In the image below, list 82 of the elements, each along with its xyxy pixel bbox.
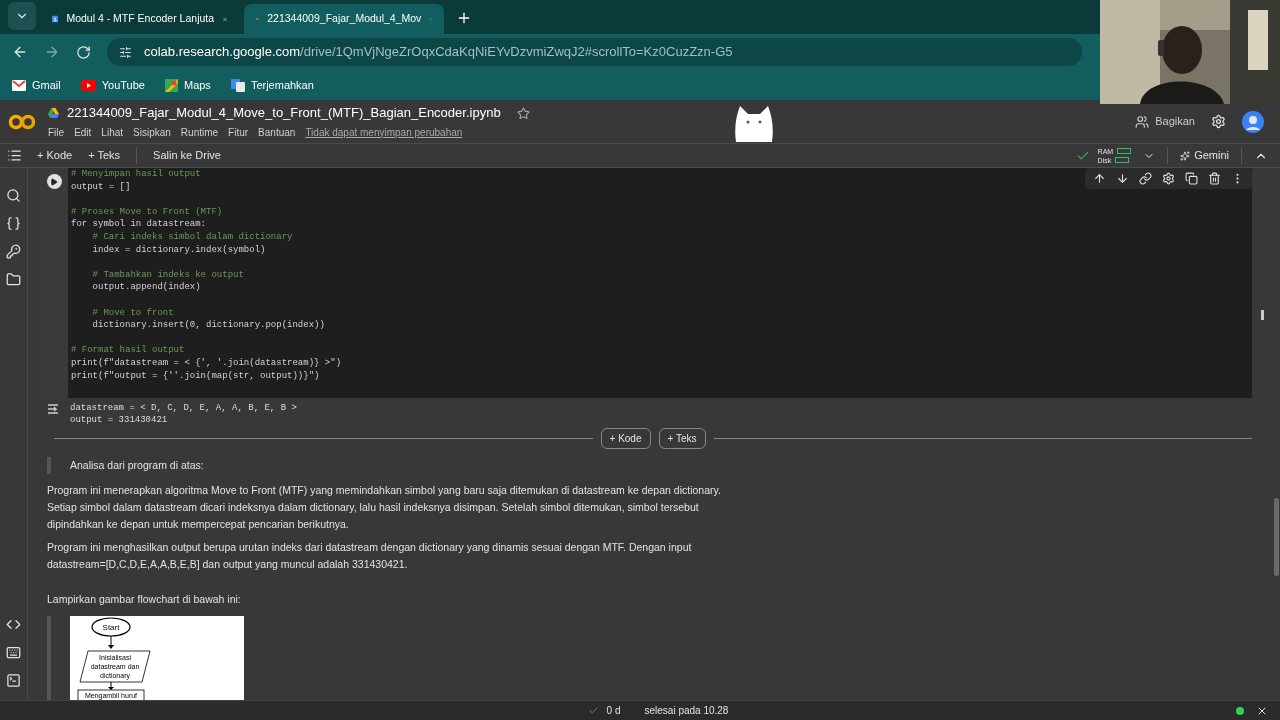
quote-text: Analisa dari program di atas: <box>70 458 205 474</box>
menu-item[interactable]: Fitur <box>228 124 249 140</box>
code-line: # Format hasil output <box>71 344 185 357</box>
mail-icon <box>12 79 26 91</box>
back-icon[interactable] <box>12 44 28 60</box>
gemini-button[interactable]: Gemini <box>1167 147 1242 164</box>
menu-item[interactable]: Runtime <box>180 124 219 140</box>
paragraph: Program ini menerapkan algoritma Move to Front (MTF) yang memindahkan simbol yang baru saja ditemukan di datastream ke depan dictionary. Setiap simbol dalam datastream dicari indeksnya dalam dictionary, lalu hasil indeksnya disimpan. Setelah simbol ditemukan, simbol tersebut dipindahkan ke depan untuk mempercepat pencarian berikutnya. <box>47 483 722 533</box>
disk-meter <box>1115 157 1130 163</box>
code-line: # Menyimpan hasil output <box>71 168 201 181</box>
status-text: selesai pada 10.28 <box>644 704 729 718</box>
prompt-text: Lampirkan gambar flowchart di bawah ini: <box>47 592 242 608</box>
copy-icon[interactable] <box>1185 172 1198 185</box>
folder-icon[interactable] <box>6 272 21 287</box>
add-text-button[interactable]: + Teks <box>658 428 706 450</box>
avatar-icon[interactable] <box>1242 110 1264 133</box>
code-line: print(f"datastream = < {', '.join(datastream)} >") <box>71 356 342 370</box>
code-icon[interactable] <box>6 617 21 632</box>
code-line: # Proses Move to Front (MTF) <box>71 205 223 219</box>
paragraph: Program ini menghasilkan output berupa urutan indeks dari datastream dengan dictionary yang dinamis sesuai dengan MTF. Dengan input datastream=[D,C,D,E,A,A,B,E,B] dan output yang muncul adalah 331430421. <box>47 540 693 573</box>
add-code-button[interactable]: + Kode <box>600 428 651 450</box>
forward-icon[interactable] <box>44 44 60 60</box>
play-icon <box>50 177 58 186</box>
menu-item[interactable]: Lihat <box>101 124 124 140</box>
check-icon <box>587 705 599 716</box>
code-line: index = dictionary.index(symbol) <box>91 243 266 257</box>
toc-icon[interactable] <box>7 148 22 163</box>
star-icon[interactable] <box>516 106 530 120</box>
bookmark-link[interactable]: Maps <box>164 76 211 94</box>
sparkle-icon <box>1180 150 1191 161</box>
code-cell[interactable] <box>40 168 1252 399</box>
bookmark-link[interactable]: YouTube <box>80 76 145 94</box>
output-line: datastream = < D, C, D, E, A, A, B, E, B > <box>70 402 297 415</box>
keyboard-icon[interactable] <box>6 645 21 660</box>
save-notice-link[interactable]: Tidak dapat menyimpan perubahan <box>305 124 463 140</box>
move-down-icon[interactable] <box>1116 172 1129 185</box>
browser-tab[interactable]: Modul 4 - MTF Encoder Lanjuta <box>40 4 240 34</box>
people-icon <box>1135 114 1150 129</box>
url-text: colab.research.google.com/drive/1QmVjNgeZrOqxCdaKqNiEYvDzvmiZwqJ2#scrollTo=Kz0CuzZzn-G5 <box>144 43 733 62</box>
code-line: # Cari indeks simbol dalam dictionary <box>91 230 293 244</box>
menu-item[interactable]: File <box>48 124 65 140</box>
browser-tab[interactable]: 221344009_Fajar_Modul_4_Mov <box>244 4 444 34</box>
menu-item[interactable]: Sisipkan <box>133 124 171 140</box>
add-text-button[interactable]: + Teks <box>88 147 121 164</box>
output-line: output = 331430421 <box>70 414 169 427</box>
menu-item[interactable]: Bantuan <box>258 124 296 140</box>
tab-title: Modul 4 - MTF Encoder Lanjuta <box>66 11 215 27</box>
elapsed-time: 0 d <box>606 704 621 718</box>
map-icon <box>164 78 178 92</box>
variables-icon[interactable] <box>6 216 21 231</box>
notebook-title[interactable]: 221344009_Fajar_Modul_4_Move_to_Front_(MTF)_Bagian_Encoder.ipynb <box>67 103 501 123</box>
settings-icon[interactable] <box>1211 114 1226 129</box>
site-settings-icon[interactable] <box>119 45 132 59</box>
play-icon <box>80 79 96 91</box>
link-icon[interactable] <box>1139 172 1152 185</box>
code-line: # Move to front <box>91 306 174 320</box>
add-code-button[interactable]: + Kode <box>37 147 73 164</box>
code-line: print(f"output = {''.join(map(str, output))}") <box>71 369 320 383</box>
translate-icon <box>230 78 245 92</box>
reload-icon[interactable] <box>76 44 91 60</box>
code-line: dictionary.insert(0, dictionary.pop(index)) <box>91 319 325 332</box>
share-button[interactable]: Bagikan <box>1135 113 1195 130</box>
address-field[interactable]: colab.research.google.com/drive/1QmVjNgeZrOqxCdaKqNiEYvDzvmiZwqJ2#scrollTo=Kz0CuzZzn-G5 <box>107 38 1082 66</box>
code-line: output.append(index) <box>91 281 201 294</box>
menu-item[interactable]: Edit <box>74 124 92 140</box>
code-line: output = [] <box>71 180 131 194</box>
bookmark-link[interactable]: Gmail <box>12 76 61 94</box>
code-line: for symbol in datastream: <box>71 218 207 231</box>
terminal-icon[interactable] <box>6 673 21 688</box>
delete-icon[interactable] <box>1208 172 1221 185</box>
key-icon[interactable] <box>6 244 21 259</box>
tab-title: 221344009_Fajar_Modul_4_Mov <box>267 11 422 27</box>
ram-meter <box>1117 148 1132 154</box>
new-tab-icon[interactable] <box>456 10 472 26</box>
search-icon[interactable] <box>6 188 21 203</box>
settings-icon[interactable] <box>1162 172 1175 185</box>
drive-icon <box>48 108 59 118</box>
bookmark-link[interactable]: Terjemahkan <box>230 76 314 94</box>
move-up-icon[interactable] <box>1093 172 1106 185</box>
copy-to-drive-button[interactable]: Salin ke Drive <box>153 147 221 164</box>
run-button[interactable] <box>46 174 62 189</box>
code-line: # Tambahkan indeks ke output <box>91 268 244 282</box>
